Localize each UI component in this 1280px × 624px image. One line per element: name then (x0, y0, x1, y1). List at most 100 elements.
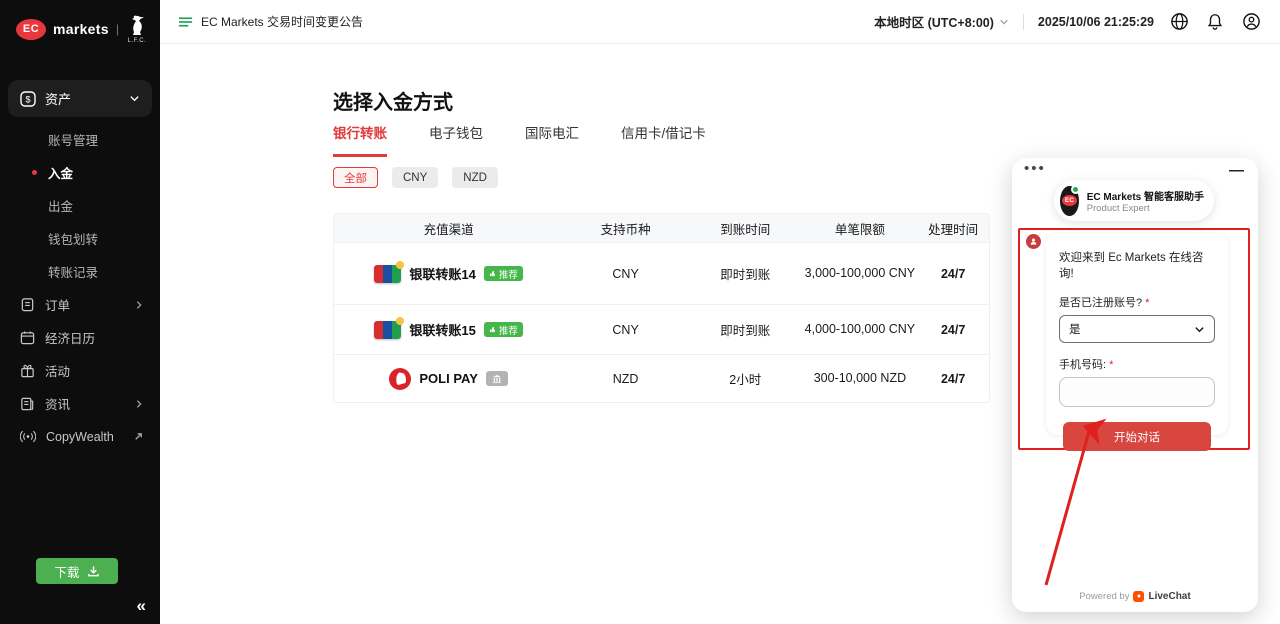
chat-minimize-button[interactable]: — (1229, 162, 1244, 179)
announcement-banner[interactable]: EC Markets 交易时间变更公告 (178, 13, 363, 30)
annotation-box: 欢迎来到 Ec Markets 在线咨询! 是否已注册账号?* 是 手机号码:*… (1018, 228, 1250, 450)
gift-icon (20, 363, 35, 378)
chevron-down-icon (129, 93, 140, 104)
chevron-down-icon (1194, 324, 1205, 335)
chevron-right-icon (134, 399, 144, 409)
topbar-right: 本地时区 (UTC+8:00) 2025/10/06 21:25:29 (874, 11, 1262, 33)
signal-icon (20, 429, 36, 444)
topbar-divider (1023, 14, 1024, 30)
sidebar-collapse-button[interactable]: « (137, 596, 146, 616)
sidebar-item-copywealth[interactable]: CopyWealth (0, 420, 160, 453)
filter-nzd[interactable]: NZD (452, 167, 498, 188)
sidebar-item-withdraw[interactable]: 出金 (0, 189, 160, 222)
thumb-up-icon (489, 270, 496, 277)
required-asterisk: * (1145, 297, 1149, 309)
table-row[interactable]: 银联转账15 推荐 CNY 即时到账 4,000-100,000 CNY 24/… (334, 304, 989, 354)
unionpay-card-icon (374, 321, 401, 339)
assets-subnav: 账号管理 入金 出金 钱包划转 转账记录 (0, 123, 160, 288)
external-link-icon (133, 431, 144, 442)
pre-chat-form: 欢迎来到 Ec Markets 在线咨询! 是否已注册账号?* 是 手机号码:*… (1046, 233, 1228, 435)
recommended-badge: 推荐 (484, 322, 523, 337)
download-button[interactable]: 下载 (36, 558, 118, 584)
chat-menu-button[interactable]: ••• (1024, 160, 1046, 177)
sidebar-item-transfer-records[interactable]: 转账记录 (0, 255, 160, 288)
recommended-badge: 推荐 (484, 266, 523, 281)
dollar-icon: $ (20, 91, 36, 107)
datetime-display: 2025/10/06 21:25:29 (1038, 15, 1154, 29)
brand-name: markets (53, 21, 109, 37)
poli-pay-icon (389, 368, 411, 390)
livechat-icon: ● (1133, 591, 1144, 602)
agent-header: EC EC Markets 智能客服助手 Product Expert (1054, 180, 1214, 221)
bank-badge (486, 371, 508, 386)
news-icon (20, 396, 35, 411)
sidebar: EC markets | L.F.C. $ 资产 账号管理 入金 出金 (0, 0, 160, 624)
sidebar-item-orders[interactable]: 订单 (0, 288, 160, 321)
channel-name: POLI PAY (419, 371, 478, 386)
notifications-button[interactable] (1204, 11, 1226, 33)
required-asterisk: * (1109, 359, 1113, 371)
deposit-method-tabs: 银行转账 电子钱包 国际电汇 信用卡/借记卡 (333, 122, 706, 157)
channel-name: 银联转账15 (409, 320, 475, 339)
tab-bank-transfer[interactable]: 银行转账 (333, 122, 387, 157)
online-status-dot (1071, 185, 1080, 194)
tab-ewallet[interactable]: 电子钱包 (429, 122, 483, 157)
deposit-channels-table: 充值渠道 支持币种 到账时间 单笔限额 处理时间 银联转账14 推荐 CNY 即… (333, 213, 990, 403)
sidebar-item-economic-calendar[interactable]: 经济日历 (0, 321, 160, 354)
livechat-footer[interactable]: Powered by ● LiveChat (1012, 591, 1258, 602)
clipboard-icon (20, 297, 35, 312)
chevron-right-icon (134, 300, 144, 310)
bot-avatar (1026, 234, 1041, 249)
calendar-icon (20, 330, 35, 345)
registered-question-label: 是否已注册账号?* (1059, 294, 1215, 310)
account-button[interactable] (1240, 11, 1262, 33)
language-button[interactable] (1168, 11, 1190, 33)
active-dot (32, 170, 37, 175)
liver-bird-icon (126, 14, 148, 38)
table-header: 充值渠道 支持币种 到账时间 单笔限额 处理时间 (334, 214, 989, 242)
agent-avatar: EC (1060, 186, 1079, 216)
tab-international-wire[interactable]: 国际电汇 (525, 122, 579, 157)
announcement-lines-icon (178, 16, 193, 28)
sidebar-item-account-management[interactable]: 账号管理 (0, 123, 160, 156)
sidebar-item-assets[interactable]: $ 资产 (8, 80, 152, 117)
brand-logo: EC markets | L.F.C. (0, 0, 160, 44)
sidebar-item-label: 资产 (45, 89, 129, 108)
agent-name: EC Markets 智能客服助手 (1087, 188, 1204, 203)
announcement-text: EC Markets 交易时间变更公告 (201, 13, 363, 30)
tab-credit-debit-card[interactable]: 信用卡/借记卡 (621, 122, 706, 157)
sidebar-item-deposit[interactable]: 入金 (0, 156, 160, 189)
chevron-down-icon (999, 17, 1009, 27)
unionpay-card-icon (374, 265, 401, 283)
channel-name: 银联转账14 (409, 264, 475, 283)
phone-input[interactable] (1059, 377, 1215, 407)
lfc-logo: L.F.C. (126, 14, 148, 44)
welcome-message: 欢迎来到 Ec Markets 在线咨询! (1059, 249, 1215, 281)
sidebar-item-activities[interactable]: 活动 (0, 354, 160, 387)
filter-cny[interactable]: CNY (392, 167, 438, 188)
user-icon (1242, 12, 1261, 31)
table-row[interactable]: POLI PAY NZD 2小时 300-10,000 NZD 24/7 (334, 354, 989, 402)
registered-select[interactable]: 是 (1059, 315, 1215, 343)
filter-all[interactable]: 全部 (333, 167, 378, 188)
start-chat-button[interactable]: 开始对话 (1063, 422, 1211, 451)
download-icon (87, 565, 100, 578)
bell-icon (1206, 12, 1224, 31)
globe-icon (1170, 12, 1189, 31)
thumb-up-icon (489, 326, 496, 333)
agent-role: Product Expert (1087, 203, 1204, 214)
timezone-selector[interactable]: 本地时区 (UTC+8:00) (874, 12, 1009, 31)
sidebar-item-news[interactable]: 资讯 (0, 387, 160, 420)
ec-logo: EC (16, 19, 46, 40)
sidebar-item-wallet-transfer[interactable]: 钱包划转 (0, 222, 160, 255)
livechat-widget: ••• — EC EC Markets 智能客服助手 Product Exper… (1012, 158, 1258, 612)
topbar: EC Markets 交易时间变更公告 本地时区 (UTC+8:00) 2025… (160, 0, 1280, 44)
page-title: 选择入金方式 (333, 86, 453, 115)
currency-filters: 全部 CNY NZD (333, 167, 498, 188)
bot-person-icon (1029, 237, 1038, 246)
svg-text:$: $ (25, 94, 30, 104)
phone-label: 手机号码:* (1059, 356, 1215, 372)
bank-icon (492, 374, 502, 383)
logo-divider: | (116, 22, 119, 36)
table-row[interactable]: 银联转账14 推荐 CNY 即时到账 3,000-100,000 CNY 24/… (334, 242, 989, 304)
